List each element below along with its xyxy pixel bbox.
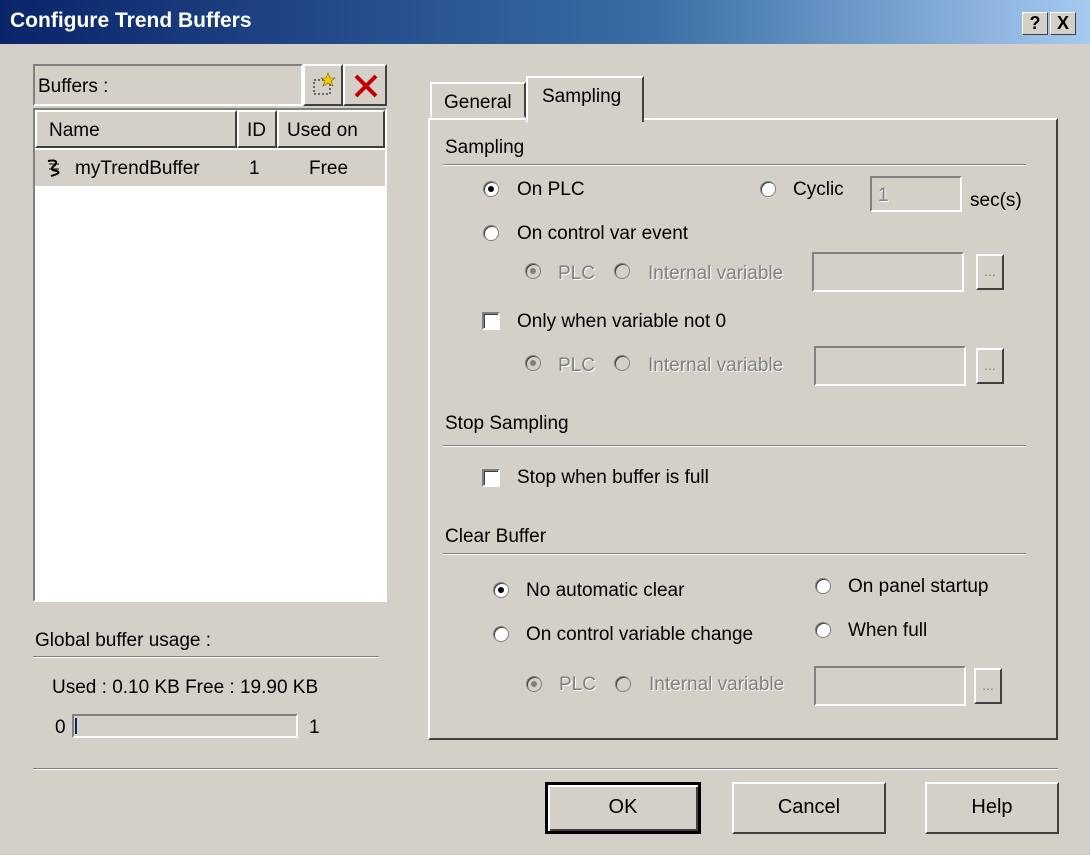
clear-buffer-header: Clear Buffer <box>445 526 547 547</box>
on-control-var-change-label: On control variable change <box>526 624 754 645</box>
trend-buffer-icon <box>47 159 60 177</box>
ok-button[interactable]: OK <box>545 782 701 834</box>
buffers-label: Buffers : <box>38 76 109 97</box>
when-full-radio[interactable] <box>815 622 831 638</box>
column-header-name[interactable]: Name <box>35 110 237 148</box>
on-panel-startup-label: On panel startup <box>848 576 989 597</box>
event-browse-button[interactable]: ... <box>976 254 1004 290</box>
buffer-used-on: Free <box>309 158 349 179</box>
not0-plc-label: PLC <box>558 355 595 376</box>
clear-plc-label: PLC <box>559 674 596 695</box>
delete-x-icon <box>354 74 378 98</box>
not0-internal-var-label: Internal variable <box>648 355 784 376</box>
stop-when-full-label: Stop when buffer is full <box>517 467 709 488</box>
event-internal-var-radio[interactable] <box>614 263 630 279</box>
only-when-not0-checkbox[interactable] <box>482 312 500 330</box>
on-plc-radio[interactable] <box>483 181 499 197</box>
cyclic-unit: sec(s) <box>970 190 1022 211</box>
buffers-list[interactable]: Name ID Used on myTrendBuffer 1 Free <box>33 108 387 602</box>
window-title: Configure Trend Buffers <box>10 9 252 32</box>
cancel-button[interactable]: Cancel <box>732 782 886 834</box>
on-plc-label: On PLC <box>517 179 585 200</box>
global-usage-label: Global buffer usage : <box>35 630 212 651</box>
on-control-var-event-label: On control var event <box>517 223 689 244</box>
clear-plc-radio[interactable] <box>526 676 542 692</box>
stop-sampling-header: Stop Sampling <box>445 413 569 434</box>
delete-buffer-button[interactable] <box>343 64 387 106</box>
on-panel-startup-radio[interactable] <box>815 578 831 594</box>
cyclic-label: Cyclic <box>793 179 844 200</box>
event-internal-var-label: Internal variable <box>648 263 784 284</box>
no-auto-clear-label: No automatic clear <box>526 580 685 601</box>
sampling-header: Sampling <box>445 137 525 158</box>
not0-plc-radio[interactable] <box>525 355 541 371</box>
usage-progress-fill <box>75 718 77 734</box>
not0-variable-input[interactable] <box>814 346 966 386</box>
no-auto-clear-radio[interactable] <box>493 582 509 598</box>
cyclic-radio[interactable] <box>760 181 776 197</box>
on-control-var-event-radio[interactable] <box>483 225 499 241</box>
only-when-not0-label: Only when variable not 0 <box>517 311 727 332</box>
stop-when-full-checkbox[interactable] <box>482 469 500 487</box>
not0-browse-button[interactable]: ... <box>976 348 1004 384</box>
on-control-var-change-radio[interactable] <box>493 626 509 642</box>
usage-divider <box>33 656 379 658</box>
help-title-button[interactable]: ? <box>1022 12 1048 35</box>
cyclic-seconds-input[interactable]: 1 <box>870 176 962 212</box>
close-button[interactable]: X <box>1050 12 1076 35</box>
table-row[interactable]: myTrendBuffer 1 Free <box>35 150 385 186</box>
event-plc-label: PLC <box>558 263 595 284</box>
not0-internal-var-radio[interactable] <box>614 355 630 371</box>
usage-text: Used : 0.10 KB Free : 19.90 KB <box>52 677 319 698</box>
usage-progress-bar <box>72 714 298 738</box>
clear-variable-input[interactable] <box>814 666 966 706</box>
title-bar: Configure Trend Buffers ? X <box>0 0 1090 44</box>
event-variable-input[interactable] <box>812 252 964 292</box>
stop-sampling-divider <box>443 445 1026 447</box>
column-header-used-on[interactable]: Used on <box>277 110 385 148</box>
tab-sampling[interactable]: Sampling <box>526 76 644 122</box>
clear-internal-var-radio[interactable] <box>615 676 631 692</box>
buffer-name: myTrendBuffer <box>75 158 200 179</box>
column-header-id[interactable]: ID <box>237 110 277 148</box>
new-buffer-button[interactable] <box>303 64 343 106</box>
usage-min: 0 <box>55 717 66 738</box>
bottom-divider <box>33 768 1058 770</box>
clear-internal-var-label: Internal variable <box>649 674 785 695</box>
clear-buffer-divider <box>443 553 1026 555</box>
buffers-label-box: Buffers : <box>33 64 303 106</box>
event-plc-radio[interactable] <box>525 263 541 279</box>
tab-general[interactable]: General <box>430 82 526 118</box>
usage-max: 1 <box>309 717 320 738</box>
when-full-label: When full <box>848 620 928 641</box>
new-buffer-icon <box>313 72 336 95</box>
help-button[interactable]: Help <box>925 782 1059 834</box>
sampling-divider <box>443 164 1026 166</box>
clear-browse-button[interactable]: ... <box>974 668 1002 704</box>
buffer-id: 1 <box>249 158 260 179</box>
